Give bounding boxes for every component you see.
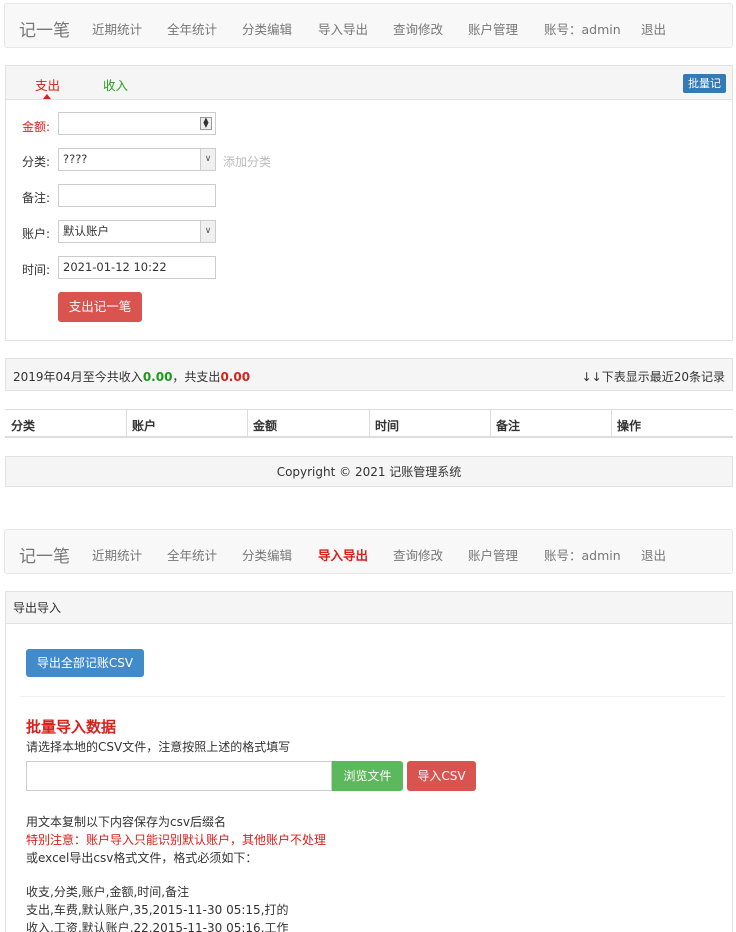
- column-divider: [247, 410, 248, 437]
- chevron-down-icon: ∨: [200, 221, 215, 242]
- nav-account-manage[interactable]: 账户管理: [468, 19, 518, 38]
- col-actions: 操作: [617, 419, 642, 433]
- col-category: 分类: [11, 419, 36, 433]
- nav-import-export[interactable]: 导入导出: [318, 19, 368, 38]
- records-table-header: 分类 账户 金额 时间 备注 操作: [5, 409, 733, 438]
- batch-import-title: 批量导入数据: [26, 718, 117, 736]
- submit-expense-button[interactable]: 支出记一笔: [58, 292, 142, 322]
- second-navbar: 记一笔 近期统计 全年统计 分类编辑 导入导出 查询修改 账户管理 账号：adm…: [4, 529, 733, 574]
- import-csv-button[interactable]: 导入CSV: [407, 761, 476, 791]
- entry-tabbar: 支出 收入 批量记: [6, 66, 732, 100]
- brand-logo[interactable]: 记一笔: [19, 16, 70, 41]
- summary-middle: ，共支出: [172, 370, 221, 384]
- nav-category-edit[interactable]: 分类编辑: [242, 545, 292, 564]
- warning-line: 特别注意：账户导入只能识别默认账户，其他账户不处理: [26, 833, 327, 847]
- account-select[interactable]: 默认账户 ∨: [58, 220, 216, 243]
- export-csv-button[interactable]: 导出全部记账CSV: [26, 649, 144, 677]
- col-account: 账户: [132, 419, 157, 433]
- nav-recent-stats[interactable]: 近期统计: [92, 19, 142, 38]
- nav-logout[interactable]: 退出: [641, 19, 666, 38]
- import-export-panel: 导出导入 导出全部记账CSV 批量导入数据 请选择本地的CSV文件，注意按照上述…: [5, 591, 733, 932]
- account-value: 默认账户: [63, 224, 109, 238]
- nav-query-modify[interactable]: 查询修改: [393, 545, 443, 564]
- nav-import-export-active[interactable]: 导入导出: [318, 545, 368, 564]
- category-select[interactable]: ???? ∨: [58, 148, 216, 171]
- add-category-link[interactable]: 添加分类: [223, 153, 271, 170]
- active-tab-caret-icon: [43, 94, 51, 99]
- note-input[interactable]: [58, 184, 216, 207]
- import-export-title: 导出导入: [6, 592, 732, 624]
- entry-panel: 支出 收入 批量记 金额: ▲ ▼ 分类: ???? ∨ 添加分类 备注: 账户:…: [5, 65, 733, 341]
- csv-format-header: 收支,分类,账户,金额,时间,备注: [26, 885, 190, 899]
- col-note: 备注: [496, 419, 521, 433]
- category-label: 分类:: [22, 155, 51, 169]
- column-divider: [611, 410, 612, 437]
- nav-user-account[interactable]: 账号：admin: [544, 545, 621, 564]
- instruction-line: 用文本复制以下内容保存为csv后缀名: [26, 815, 226, 829]
- category-value: ????: [63, 152, 88, 166]
- browse-file-button[interactable]: 浏览文件: [332, 761, 403, 791]
- summary-bar: 2019年04月至今共收入0.00，共支出0.00 ↓↓下表显示最近20条记录: [5, 358, 733, 391]
- batch-entry-button[interactable]: 批量记: [683, 74, 726, 93]
- csv-example-line: 收入,工资,默认账户,22,2015-11-30 05:16,工作: [26, 921, 289, 932]
- chevron-down-icon: ∨: [200, 149, 215, 170]
- instruction-line: 或excel导出csv格式文件，格式必须如下：: [26, 851, 258, 865]
- footer-copyright: Copyright © 2021 记账管理系统: [5, 456, 733, 487]
- recent-records-note: ↓↓下表显示最近20条记录: [581, 370, 725, 384]
- tab-expense[interactable]: 支出: [35, 75, 60, 94]
- time-input[interactable]: 2021-01-12 10:22: [58, 256, 216, 279]
- column-divider: [490, 410, 491, 437]
- column-divider: [126, 410, 127, 437]
- time-label: 时间:: [22, 263, 51, 277]
- note-label: 备注:: [22, 191, 51, 205]
- nav-logout[interactable]: 退出: [641, 545, 666, 564]
- account-label: 账户:: [22, 227, 51, 241]
- divider: [20, 696, 726, 697]
- summary-prefix: 2019年04月至今共收入: [13, 370, 143, 384]
- nav-recent-stats[interactable]: 近期统计: [92, 545, 142, 564]
- nav-yearly-stats[interactable]: 全年统计: [167, 19, 217, 38]
- column-divider: [369, 410, 370, 437]
- time-value: 2021-01-12 10:22: [63, 260, 167, 274]
- tab-income[interactable]: 收入: [103, 75, 128, 94]
- amount-input[interactable]: ▲ ▼: [58, 112, 216, 135]
- amount-spinner-icon[interactable]: ▲ ▼: [200, 117, 212, 130]
- csv-file-input[interactable]: [26, 761, 332, 791]
- csv-example-line: 支出,车费,默认账户,35,2015-11-30 05:15,打的: [26, 903, 289, 917]
- nav-yearly-stats[interactable]: 全年统计: [167, 545, 217, 564]
- amount-label: 金额:: [22, 120, 51, 134]
- top-navbar: 记一笔 近期统计 全年统计 分类编辑 导入导出 查询修改 账户管理 账号：adm…: [4, 3, 733, 48]
- nav-user-account[interactable]: 账号：admin: [544, 19, 621, 38]
- col-amount: 金额: [253, 419, 278, 433]
- nav-category-edit[interactable]: 分类编辑: [242, 19, 292, 38]
- brand-logo[interactable]: 记一笔: [19, 542, 70, 567]
- summary-text: 2019年04月至今共收入0.00，共支出0.00: [13, 368, 250, 385]
- expense-total: 0.00: [220, 370, 251, 384]
- batch-import-subtitle: 请选择本地的CSV文件，注意按照上述的格式填写: [26, 740, 291, 754]
- nav-query-modify[interactable]: 查询修改: [393, 19, 443, 38]
- col-time: 时间: [375, 419, 400, 433]
- nav-account-manage[interactable]: 账户管理: [468, 545, 518, 564]
- income-total: 0.00: [142, 370, 173, 384]
